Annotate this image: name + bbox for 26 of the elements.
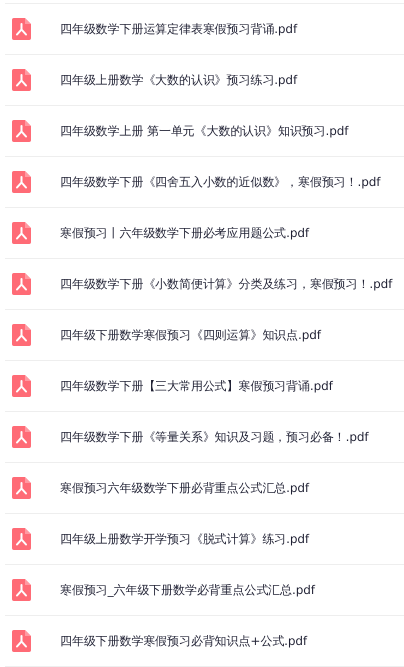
file-name[interactable]: 四年级数学下册《四舍五入小数的近似数》，寒假预习！.pdf — [60, 174, 380, 190]
file-name[interactable]: 四年级数学上册 第一单元《大数的认识》知识预习.pdf — [60, 122, 348, 140]
pdf-file-icon — [12, 630, 31, 652]
file-name[interactable]: 四年级上册数学开学预习《脱式计算》练习.pdf — [60, 530, 309, 548]
pdf-file-icon — [12, 69, 31, 91]
file-name[interactable]: 四年级数学下册《小数简便计算》分类及练习，寒假预习！.pdf — [60, 276, 392, 292]
pdf-file-icon — [12, 477, 31, 499]
file-name[interactable]: 四年级数学下册《等量关系》知识及习题，预习必备！.pdf — [60, 428, 368, 446]
file-name[interactable]: 寒假预习六年级数学下册必背重点公式汇总.pdf — [60, 480, 309, 496]
pdf-file-icon — [12, 222, 31, 244]
pdf-file-icon — [12, 375, 31, 397]
pdf-file-icon — [12, 426, 31, 448]
file-name[interactable]: 四年级数学下册运算定律表寒假预习背诵.pdf — [60, 20, 298, 38]
pdf-file-icon — [12, 273, 31, 295]
pdf-file-icon — [12, 528, 31, 550]
file-name[interactable]: 寒假预习_六年级下册数学必背重点公式汇总.pdf — [60, 582, 315, 598]
file-name[interactable]: 四年级下册数学寒假预习《四则运算》知识点.pdf — [60, 326, 321, 344]
file-name[interactable]: 寒假预习丨六年级数学下册必考应用题公式.pdf — [60, 224, 309, 242]
pdf-file-icon — [12, 171, 31, 193]
pdf-file-icon — [12, 18, 31, 40]
file-name[interactable]: 四年级数学下册【三大常用公式】寒假预习背诵.pdf — [60, 378, 333, 394]
file-name[interactable]: 四年级下册数学寒假预习必背知识点+公式.pdf — [60, 632, 308, 650]
pdf-file-icon — [12, 324, 31, 346]
file-name[interactable]: 四年级上册数学《大数的认识》预习练习.pdf — [60, 72, 298, 88]
pdf-file-icon — [12, 579, 31, 601]
pdf-file-icon — [12, 120, 31, 142]
